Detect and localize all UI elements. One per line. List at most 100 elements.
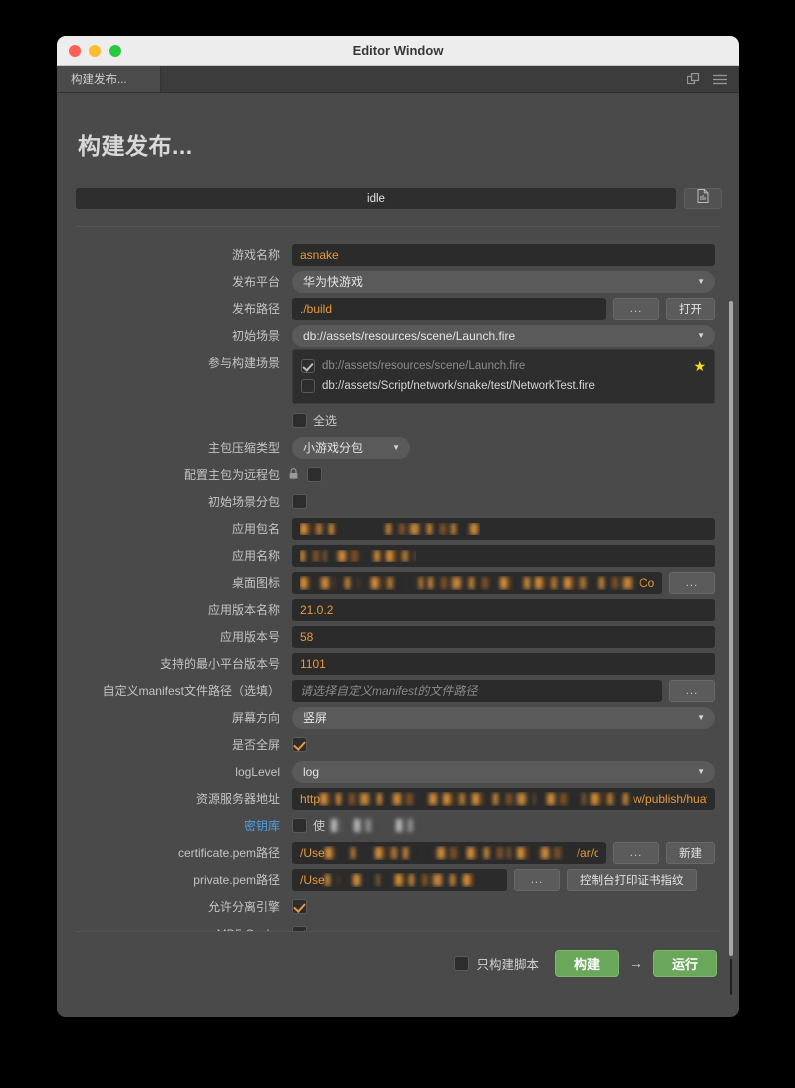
orientation-select[interactable]: 竖屏 ▼ bbox=[292, 706, 715, 729]
label-compress-type: 主包压缩类型 bbox=[207, 441, 280, 455]
min-platform-input[interactable]: 1101 bbox=[292, 652, 715, 675]
redacted-value bbox=[300, 522, 480, 535]
label-manifest-path: 自定义manifest文件路径（选填） bbox=[102, 684, 280, 698]
build-path-open-button[interactable]: 打开 bbox=[666, 297, 715, 320]
hamburger-menu-icon[interactable] bbox=[713, 74, 727, 85]
select-all-group[interactable]: 全选 bbox=[292, 412, 337, 429]
game-name-input[interactable]: asnake bbox=[292, 243, 715, 266]
status-bar: idle bbox=[76, 188, 676, 209]
row-keystore: 密钥库 使 bbox=[57, 812, 739, 839]
page-title: 构建发布... bbox=[78, 133, 193, 159]
version-code-input[interactable]: 58 bbox=[292, 625, 715, 648]
label-orientation: 屏幕方向 bbox=[231, 711, 280, 725]
scene-checkbox[interactable] bbox=[301, 359, 315, 373]
build-button[interactable]: 构建 bbox=[554, 949, 619, 977]
scene-path: db://assets/Script/network/snake/test/Ne… bbox=[322, 380, 595, 392]
keystore-checkbox[interactable] bbox=[292, 818, 307, 833]
label-min-platform: 支持的最小平台版本号 bbox=[159, 657, 280, 671]
orientation-value: 竖屏 bbox=[303, 711, 328, 725]
build-path-browse-button[interactable]: ... bbox=[613, 297, 659, 320]
label-version-name: 应用版本名称 bbox=[207, 603, 280, 617]
footer-actions: 只构建脚本 构建 → 运行 bbox=[57, 932, 739, 994]
row-version-name: 应用版本名称 21.0.2 bbox=[57, 596, 739, 623]
platform-select[interactable]: 华为快游戏 ▼ bbox=[292, 270, 715, 293]
separate-engine-checkbox[interactable] bbox=[292, 899, 307, 914]
arrow-right-icon: → bbox=[628, 955, 643, 971]
row-certificate-pem: certificate.pem路径 /Use /ar/c ... 新建 bbox=[57, 839, 739, 866]
only-script-checkbox[interactable] bbox=[454, 955, 470, 971]
star-icon[interactable]: ★ bbox=[693, 359, 706, 373]
app-name-input[interactable] bbox=[292, 544, 715, 567]
desktop-icon-input[interactable]: Cor bbox=[292, 571, 662, 594]
label-package-name: 应用包名 bbox=[231, 522, 280, 536]
scrollbar-track[interactable] bbox=[730, 959, 732, 995]
tab-label: 构建发布... bbox=[71, 74, 127, 86]
label-app-name: 应用名称 bbox=[231, 549, 280, 563]
desktop-icon-browse-button[interactable]: ... bbox=[669, 571, 715, 594]
version-name-input[interactable]: 21.0.2 bbox=[292, 598, 715, 621]
scene-checkbox[interactable] bbox=[301, 379, 315, 393]
maximize-button[interactable] bbox=[109, 44, 121, 57]
build-path-input[interactable]: ./build bbox=[292, 297, 606, 320]
form-scrollbar[interactable] bbox=[729, 301, 733, 1001]
certificate-pem-input[interactable]: /Use /ar/c bbox=[292, 841, 606, 864]
main-pkg-remote-checkbox[interactable] bbox=[307, 467, 322, 482]
log-level-select[interactable]: log ▼ bbox=[292, 760, 715, 783]
md5-cache-checkbox[interactable] bbox=[292, 926, 307, 931]
label-version-code: 应用版本号 bbox=[219, 630, 280, 644]
select-all-label: 全选 bbox=[313, 414, 338, 428]
scene-list: db://assets/resources/scene/Launch.fire … bbox=[292, 349, 715, 404]
res-server-suffix: w/publish/huawei_relea bbox=[633, 791, 707, 806]
row-package-name: 应用包名 bbox=[57, 515, 739, 542]
row-start-scene-subpkg: 初始场景分包 bbox=[57, 488, 739, 515]
private-pem-fingerprint-button[interactable]: 控制台打印证书指纹 bbox=[567, 868, 697, 891]
row-orientation: 屏幕方向 竖屏 ▼ bbox=[57, 704, 739, 731]
fullscreen-checkbox[interactable] bbox=[292, 737, 307, 752]
minimize-button[interactable] bbox=[89, 44, 101, 57]
label-separate-engine: 允许分离引擎 bbox=[207, 900, 280, 914]
scene-list-item[interactable]: db://assets/resources/scene/Launch.fire … bbox=[301, 356, 706, 376]
platform-value: 华为快游戏 bbox=[303, 275, 364, 289]
tab-bar-actions bbox=[687, 66, 739, 92]
tab-build-publish[interactable]: 构建发布... bbox=[57, 66, 161, 92]
scene-list-item[interactable]: db://assets/Script/network/snake/test/Ne… bbox=[301, 376, 706, 396]
start-scene-select[interactable]: db://assets/resources/scene/Launch.fire … bbox=[292, 324, 715, 347]
run-button[interactable]: 运行 bbox=[652, 949, 717, 977]
start-scene-subpkg-checkbox[interactable] bbox=[292, 494, 307, 509]
row-platform: 发布平台 华为快游戏 ▼ bbox=[57, 268, 739, 295]
manifest-path-input[interactable]: 请选择自定义manifest的文件路径 bbox=[292, 679, 662, 702]
row-res-server: 资源服务器地址 http w/publish/huawei_relea bbox=[57, 785, 739, 812]
start-scene-value: db://assets/resources/scene/Launch.fire bbox=[303, 328, 516, 343]
label-keystore[interactable]: 密钥库 bbox=[57, 817, 292, 834]
label-platform: 发布平台 bbox=[231, 275, 280, 289]
res-server-input[interactable]: http w/publish/huawei_relea bbox=[292, 787, 715, 810]
row-start-scene: 初始场景 db://assets/resources/scene/Launch.… bbox=[57, 322, 739, 349]
chevron-down-icon: ▼ bbox=[697, 331, 705, 340]
package-name-input[interactable] bbox=[292, 517, 715, 540]
row-min-platform: 支持的最小平台版本号 1101 bbox=[57, 650, 739, 677]
scrollbar-thumb[interactable] bbox=[729, 301, 733, 956]
scene-path: db://assets/resources/scene/Launch.fire bbox=[322, 360, 526, 372]
only-script-group[interactable]: 只构建脚本 bbox=[454, 954, 539, 973]
window-title: Editor Window bbox=[352, 43, 444, 58]
certificate-pem-browse-button[interactable]: ... bbox=[613, 841, 659, 864]
chevron-down-icon: ▼ bbox=[697, 713, 705, 722]
private-pem-input[interactable]: /Use bbox=[292, 868, 507, 891]
private-pem-browse-button[interactable]: ... bbox=[514, 868, 560, 891]
row-manifest-path: 自定义manifest文件路径（选填） 请选择自定义manifest的文件路径 … bbox=[57, 677, 739, 704]
windows-icon[interactable] bbox=[687, 72, 700, 86]
tab-bar-filler bbox=[161, 66, 687, 92]
close-button[interactable] bbox=[69, 44, 81, 57]
certificate-pem-create-button[interactable]: 新建 bbox=[666, 841, 715, 864]
label-start-scene-subpkg: 初始场景分包 bbox=[207, 495, 280, 509]
editor-window: Editor Window 构建发布... 构建发布... idle 游戏名称 … bbox=[57, 36, 739, 1017]
keystore-group[interactable]: 使 bbox=[292, 817, 421, 834]
row-build-path: 发布路径 ./build ... 打开 bbox=[57, 295, 739, 322]
open-log-button[interactable] bbox=[684, 188, 722, 209]
manifest-path-browse-button[interactable]: ... bbox=[669, 679, 715, 702]
select-all-checkbox[interactable] bbox=[292, 413, 307, 428]
row-log-level: logLevel log ▼ bbox=[57, 758, 739, 785]
chevron-down-icon: ▼ bbox=[697, 277, 705, 286]
compress-type-select[interactable]: 小游戏分包 ▼ bbox=[292, 436, 410, 459]
redacted-value: http w/publish/huawei_relea bbox=[300, 792, 707, 806]
